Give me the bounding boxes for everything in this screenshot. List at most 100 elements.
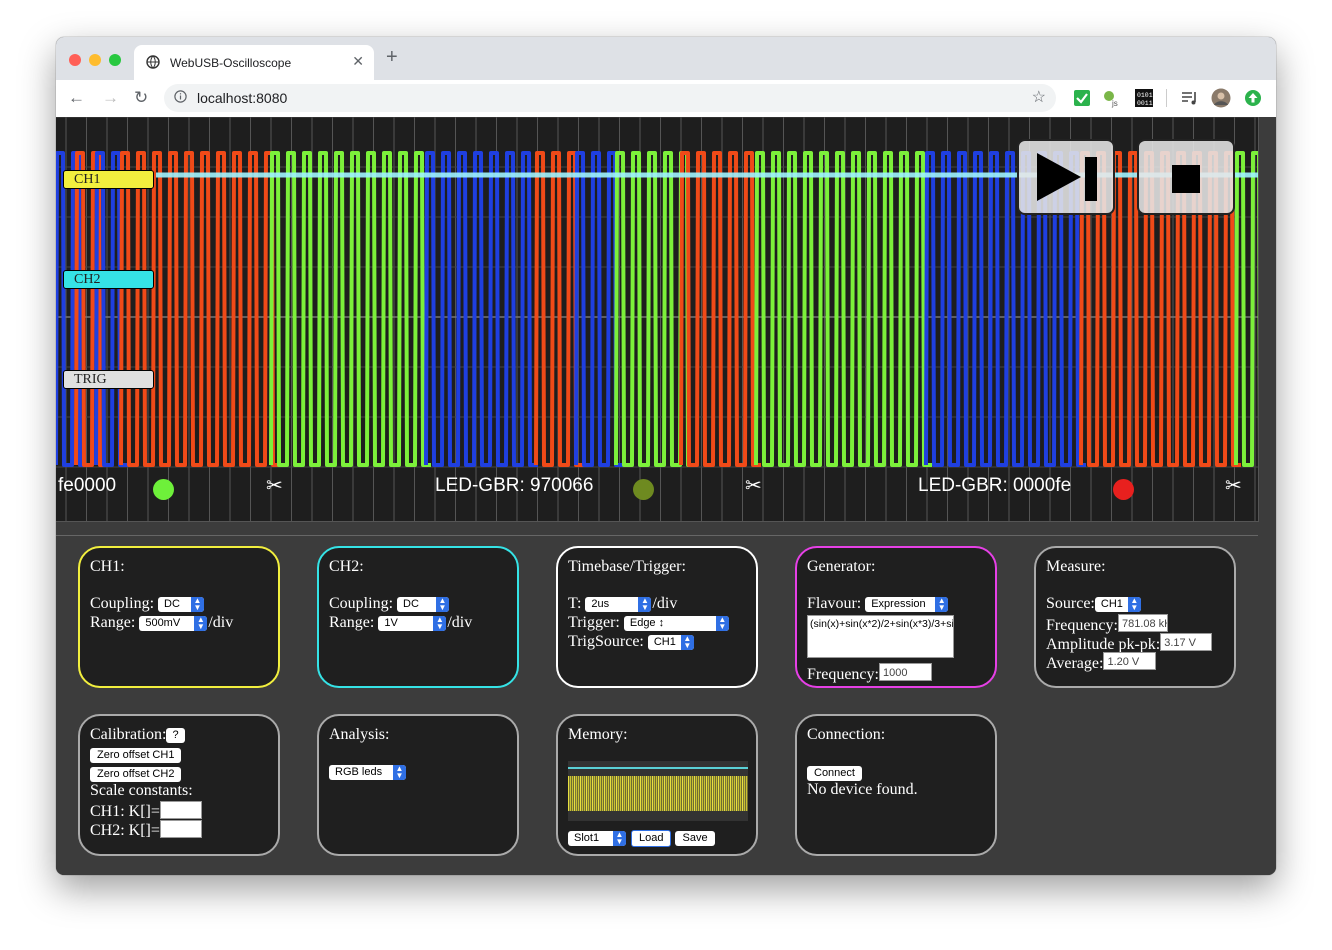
play-pause-icon xyxy=(1037,153,1097,201)
ch1-marker[interactable]: CH1 xyxy=(63,170,154,189)
js-extension-icon[interactable]: js xyxy=(1102,88,1122,108)
zero-offset-ch1-button[interactable]: Zero offset CH1 xyxy=(90,748,182,763)
led-indicator-3 xyxy=(1113,479,1134,500)
zero-offset-ch2-button[interactable]: Zero offset CH2 xyxy=(90,767,182,782)
chevron-updown-icon: ▲ ▼ xyxy=(393,765,406,780)
analysis-title: Analysis: xyxy=(329,726,390,743)
tab-bar: WebUSB-Oscilloscope ✕ + xyxy=(56,37,1276,80)
ch2-coupling-select[interactable]: DC ▲ ▼ xyxy=(397,597,450,612)
memory-save-button[interactable]: Save xyxy=(675,831,715,846)
select-value: Expression xyxy=(871,598,926,610)
scissors-icon[interactable]: ✂ xyxy=(1225,473,1242,498)
trigsource-select[interactable]: CH1 ▲ ▼ xyxy=(647,635,694,650)
checklist-extension-icon[interactable] xyxy=(1072,88,1092,108)
ch1-title: CH1: xyxy=(90,558,125,575)
globe-icon xyxy=(146,55,160,69)
browser-window: WebUSB-Oscilloscope ✕ + ← → ↻ localhost:… xyxy=(56,37,1276,875)
browser-toolbar: ← → ↻ localhost:8080 ☆ js 0101 0011 xyxy=(56,80,1276,118)
forward-icon[interactable]: → xyxy=(102,88,119,108)
chevron-updown-icon: ▲ ▼ xyxy=(194,616,208,631)
ch2-k-input[interactable] xyxy=(159,820,202,838)
measure-source-select[interactable]: CH1 ▲ ▼ xyxy=(1094,597,1141,612)
bookmark-star-icon[interactable]: ☆ xyxy=(1032,87,1046,107)
play-pause-button[interactable] xyxy=(1017,139,1115,215)
chevron-updown-icon: ▲ ▼ xyxy=(935,597,949,612)
select-value: 1V xyxy=(384,617,398,629)
timebase-trigger-panel: Timebase/Trigger: T: 2us ▲ ▼/div Trigger: … xyxy=(556,546,758,688)
trig-marker[interactable]: TRIG xyxy=(63,370,154,389)
svg-text:0101: 0101 xyxy=(1137,92,1153,99)
ch1-k-label: CH1: K[]= xyxy=(90,803,160,820)
expression-textarea[interactable]: (sin(x)+sin(x*2)/2+sin(x*3)/3+sin(x*4)/4… xyxy=(807,615,954,658)
connect-button[interactable]: Connect xyxy=(807,766,862,781)
tab-title: WebUSB-Oscilloscope xyxy=(170,56,292,70)
flavour-select[interactable]: Expression ▲ ▼ xyxy=(865,597,949,612)
ch1-k-input[interactable] xyxy=(159,801,202,819)
oscilloscope-display[interactable]: CH1 CH2 TRIG fe0000 ✂ LED-GBR: 970066 ✂ … xyxy=(56,117,1259,522)
ch2-k-label: CH2: K[]= xyxy=(90,822,160,839)
calibration-help-button[interactable]: ? xyxy=(166,728,185,743)
scissors-icon[interactable]: ✂ xyxy=(745,473,762,498)
led-readout-3: LED-GBR: 0000fe xyxy=(918,475,1072,496)
minimize-window-button[interactable] xyxy=(89,54,101,66)
measure-panel: Measure: Source: CH1 ▲ ▼ Frequency: 781.08 k… xyxy=(1034,546,1236,688)
timebase-select[interactable]: 2us ▲ ▼ xyxy=(585,597,652,612)
info-icon[interactable] xyxy=(174,90,187,103)
measure-frequency-label: Frequency: xyxy=(1046,617,1118,634)
generator-panel: Generator: Flavour: Expression ▲ ▼ (sin(x)… xyxy=(795,546,997,688)
range-unit: /div xyxy=(447,614,473,631)
maximize-window-button[interactable] xyxy=(109,54,121,66)
binary-extension-icon[interactable]: 0101 0011 xyxy=(1134,88,1154,108)
ch2-marker[interactable]: CH2 xyxy=(63,270,154,289)
media-queue-icon[interactable] xyxy=(1179,88,1199,108)
chevron-updown-icon: ▲ ▼ xyxy=(715,616,729,631)
trigger-select[interactable]: Edge ↕ ▲ ▼ xyxy=(623,616,729,631)
memory-load-button[interactable]: Load xyxy=(631,830,672,847)
analysis-select[interactable]: RGB leds ▲ ▼ xyxy=(329,765,406,780)
led-indicator-2 xyxy=(633,479,654,500)
svg-text:js: js xyxy=(1111,99,1118,108)
page-content: CH1 CH2 TRIG fe0000 ✂ LED-GBR: 970066 ✂ … xyxy=(56,117,1276,875)
toolbar-divider xyxy=(1166,89,1167,107)
scissors-icon[interactable]: ✂ xyxy=(266,473,283,498)
led-indicator-1 xyxy=(153,479,174,500)
flavour-label: Flavour: xyxy=(807,595,862,612)
update-arrow-icon[interactable] xyxy=(1243,88,1263,108)
memory-preview[interactable] xyxy=(568,761,748,821)
address-bar[interactable]: localhost:8080 ☆ xyxy=(164,84,1056,112)
ch1-coupling-select[interactable]: DC ▲ ▼ xyxy=(158,597,205,612)
chevron-updown-icon: ▲ ▼ xyxy=(1127,597,1141,612)
browser-tab[interactable]: WebUSB-Oscilloscope ✕ xyxy=(134,45,374,80)
led-readout-1: fe0000 xyxy=(58,475,117,496)
ch1-panel: CH1: Coupling: DC ▲ ▼ Range: 500mV ▲ ▼/div xyxy=(78,546,280,688)
range-label: Range: xyxy=(90,614,136,631)
measure-frequency-value: 781.08 kH xyxy=(1117,614,1168,632)
stop-button[interactable] xyxy=(1137,139,1235,215)
back-icon[interactable]: ← xyxy=(68,88,85,108)
select-value: Slot1 xyxy=(574,832,600,844)
chevron-updown-icon: ▲ ▼ xyxy=(680,635,694,650)
t-unit: /div xyxy=(652,595,678,612)
coupling-label: Coupling: xyxy=(329,595,394,612)
calibration-title: Calibration: xyxy=(90,726,167,743)
average-label: Average: xyxy=(1046,655,1104,672)
ch1-range-select[interactable]: 500mV ▲ ▼ xyxy=(139,616,208,631)
select-value: CH1 xyxy=(653,636,676,648)
range-unit: /div xyxy=(208,614,234,631)
memory-slot-select[interactable]: Slot1 ▲ ▼ xyxy=(568,831,626,846)
trigger-label: Trigger: xyxy=(568,614,620,631)
url-text: localhost:8080 xyxy=(197,90,288,106)
range-label: Range: xyxy=(329,614,375,631)
new-tab-button[interactable]: + xyxy=(386,47,398,67)
ch2-range-select[interactable]: 1V ▲ ▼ xyxy=(378,616,447,631)
reload-icon[interactable]: ↻ xyxy=(134,88,148,108)
select-value: CH1 xyxy=(1100,598,1123,610)
tab-close-icon[interactable]: ✕ xyxy=(352,53,364,70)
t-label: T: xyxy=(568,595,582,612)
close-window-button[interactable] xyxy=(69,54,81,66)
average-value: 1.20 V xyxy=(1103,652,1157,670)
profile-avatar-icon[interactable] xyxy=(1211,88,1231,108)
coupling-label: Coupling: xyxy=(90,595,155,612)
timebase-title: Timebase/Trigger: xyxy=(568,558,686,575)
generator-frequency-input[interactable]: 1000 xyxy=(878,663,932,681)
